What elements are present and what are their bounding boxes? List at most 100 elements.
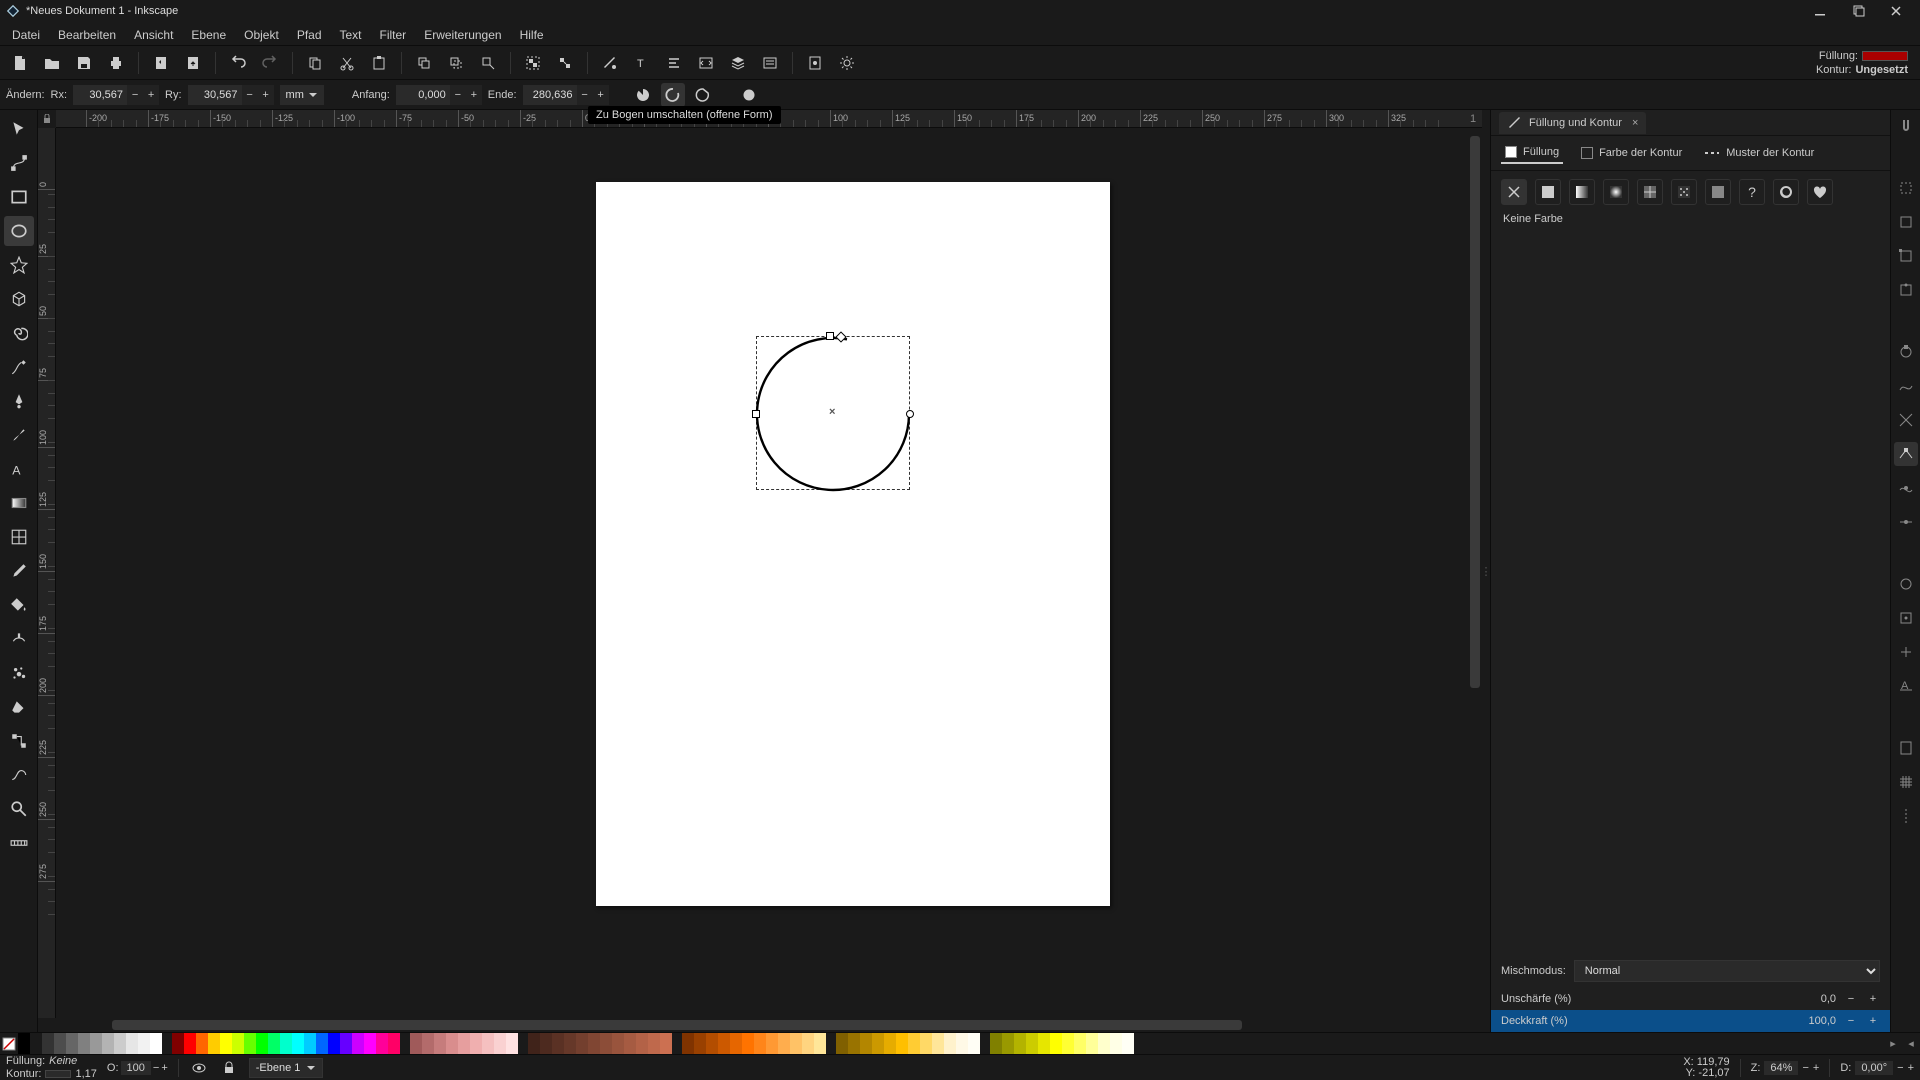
swatch[interactable] [352,1033,364,1054]
mesh-tool[interactable] [4,522,34,552]
palette-none-swatch[interactable] [0,1033,18,1054]
blur-increment[interactable]: + [1866,992,1880,1006]
snap-rotation-center[interactable] [1894,640,1918,664]
selectors-css-button[interactable] [801,49,829,77]
radial-gradient-button[interactable] [1603,179,1629,205]
align-dialog-button[interactable] [660,49,688,77]
ruler-lock-icon[interactable] [38,110,56,128]
paste-button[interactable] [365,49,393,77]
swatch[interactable] [1050,1033,1062,1054]
ry-increment[interactable]: + [258,85,274,105]
swatch[interactable] [1026,1033,1038,1054]
unset-paint-button[interactable] [1773,179,1799,205]
start-decrement[interactable]: − [450,85,466,105]
print-button[interactable] [102,49,130,77]
swatch[interactable] [458,1033,470,1054]
swatch[interactable] [944,1033,956,1054]
swatch[interactable] [990,1033,1002,1054]
group-button[interactable] [519,49,547,77]
menu-ebene[interactable]: Ebene [183,25,234,45]
swatch[interactable] [956,1033,968,1054]
ry-decrement[interactable]: − [242,85,258,105]
slice-mode-button[interactable] [631,83,655,107]
snap-bbox-edge[interactable] [1894,210,1918,234]
swatch[interactable] [1074,1033,1086,1054]
make-whole-button[interactable] [737,83,761,107]
swatch[interactable] [256,1033,268,1054]
flat-color-button[interactable] [1535,179,1561,205]
swatch[interactable] [268,1033,280,1054]
eraser-tool[interactable] [4,692,34,722]
swatch[interactable] [506,1033,518,1054]
ry-input[interactable] [188,85,242,105]
swatch[interactable] [576,1033,588,1054]
snap-intersection[interactable] [1894,408,1918,432]
snap-grid[interactable] [1894,770,1918,794]
calligraphy-tool[interactable] [4,420,34,450]
swatch[interactable] [1014,1033,1026,1054]
text-tool[interactable]: A [4,454,34,484]
swatch[interactable] [18,1033,30,1054]
opacity-increment[interactable]: + [1866,1014,1880,1028]
menu-objekt[interactable]: Objekt [236,25,287,45]
swatch[interactable] [860,1033,872,1054]
swatch[interactable] [872,1033,884,1054]
ellipse-tool[interactable] [4,216,34,246]
swatch[interactable] [434,1033,446,1054]
swatch[interactable] [908,1033,920,1054]
canvas[interactable]: × [56,128,1468,1018]
pen-tool[interactable] [4,386,34,416]
swatch[interactable] [220,1033,232,1054]
layer-visibility-toggle[interactable] [189,1058,209,1078]
swatch[interactable] [742,1033,754,1054]
undo-button[interactable] [224,49,252,77]
swatch[interactable] [848,1033,860,1054]
swatch[interactable] [172,1033,184,1054]
summary-stroke-value[interactable]: Ungesetzt [1855,64,1908,76]
swatch[interactable] [706,1033,718,1054]
rectangle-tool[interactable] [4,182,34,212]
status-opacity-value[interactable]: 100 [121,1061,151,1075]
paint-bucket-tool[interactable] [4,590,34,620]
close-panel-button[interactable]: × [1632,117,1638,129]
swatch[interactable] [208,1033,220,1054]
swatch[interactable] [340,1033,352,1054]
swatch[interactable] [802,1033,814,1054]
zoom-tool[interactable] [4,794,34,824]
connector-tool[interactable] [4,726,34,756]
layers-dialog-button[interactable] [724,49,752,77]
swatch[interactable] [42,1033,54,1054]
swatch[interactable] [1086,1033,1098,1054]
snap-nodes-toggle[interactable] [1894,340,1918,364]
end-input[interactable] [523,85,577,105]
menu-text[interactable]: Text [332,25,370,45]
lpe-tool[interactable] [4,760,34,790]
redo-button[interactable] [256,49,284,77]
rx-decrement[interactable]: − [127,85,143,105]
menu-pfad[interactable]: Pfad [289,25,330,45]
swatch[interactable] [694,1033,706,1054]
rotation-center-marker[interactable]: × [829,406,835,418]
cut-button[interactable] [333,49,361,77]
star-tool[interactable] [4,250,34,280]
swatch[interactable] [790,1033,802,1054]
pencil-tool[interactable] [4,352,34,382]
window-maximize-button[interactable] [1840,1,1876,21]
snap-cusp-node[interactable] [1894,442,1918,466]
snap-smooth-node[interactable] [1894,476,1918,500]
swatch[interactable] [682,1033,694,1054]
start-input[interactable] [396,85,450,105]
unknown-paint-button[interactable]: ? [1739,179,1765,205]
status-opacity-inc[interactable]: + [161,1062,167,1074]
chord-mode-button[interactable] [691,83,715,107]
end-decrement[interactable]: − [577,85,593,105]
swatch[interactable] [600,1033,612,1054]
swatch[interactable] [836,1033,848,1054]
swatch[interactable] [766,1033,778,1054]
no-paint-button[interactable] [1501,179,1527,205]
swatch[interactable] [90,1033,102,1054]
rx-increment[interactable]: + [143,85,159,105]
swatch[interactable] [920,1033,932,1054]
import-button[interactable] [147,49,175,77]
menu-datei[interactable]: Datei [4,25,48,45]
